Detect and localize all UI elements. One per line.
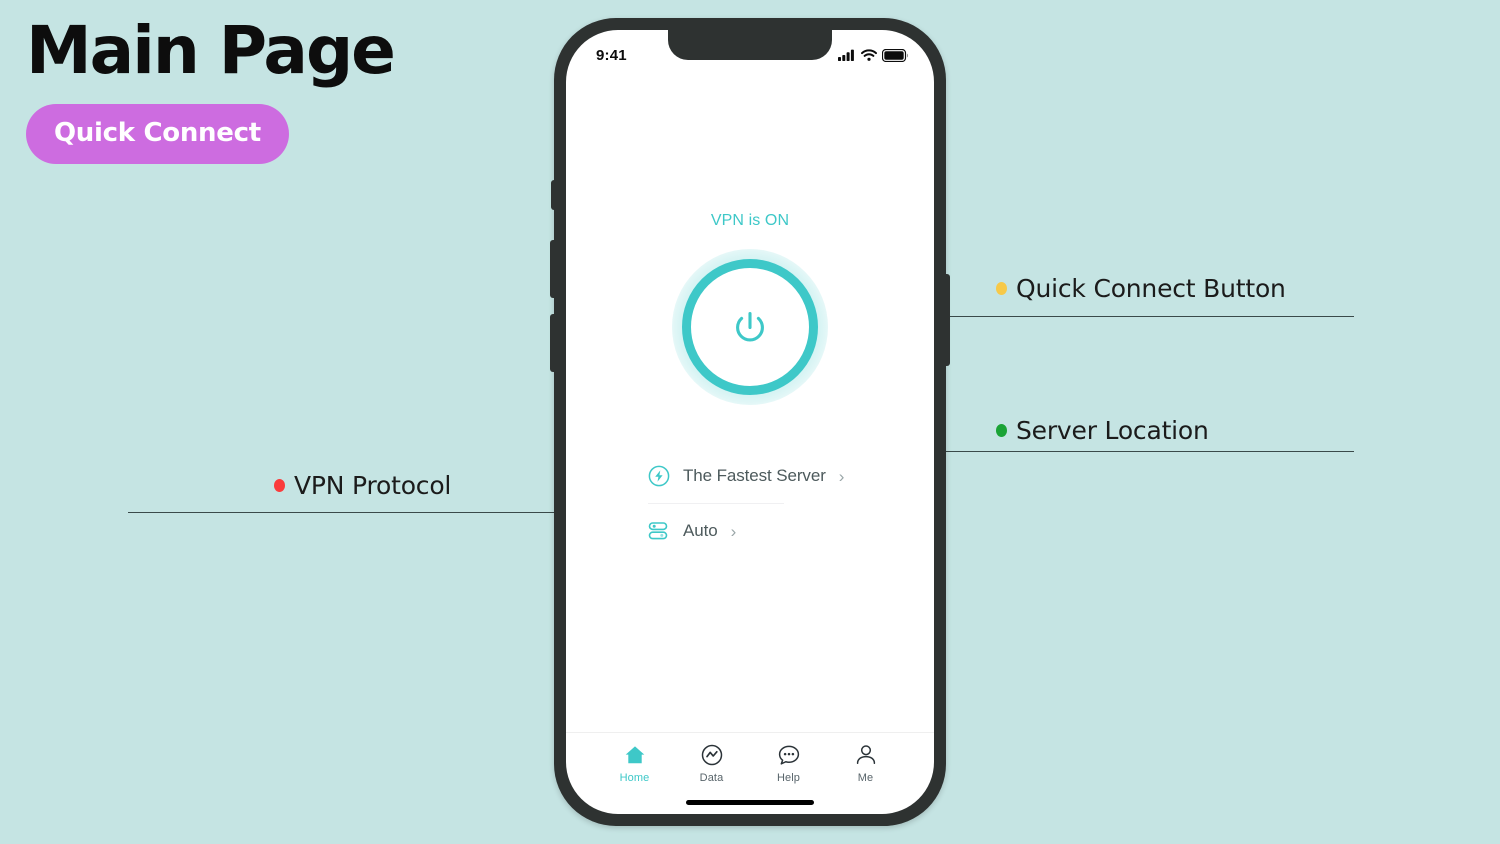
options-list: The Fastest Server › Auto › bbox=[566, 454, 934, 553]
annotation-label-group: Quick Connect Button bbox=[996, 274, 1286, 303]
annotation-dot-icon bbox=[996, 424, 1007, 437]
phone-mockup: 9:41 VPN is ON The Fastest Server › Auto… bbox=[550, 18, 950, 826]
data-icon bbox=[701, 744, 722, 766]
tab-help-label: Help bbox=[776, 772, 801, 784]
annotation-label-group: VPN Protocol bbox=[274, 471, 451, 500]
annotation-text: Server Location bbox=[1016, 416, 1209, 445]
annotation-label-group: Server Location bbox=[996, 416, 1209, 445]
annotation-dot-icon bbox=[274, 479, 285, 492]
server-location-label: The Fastest Server bbox=[683, 466, 826, 485]
chevron-right-icon: › bbox=[838, 466, 845, 486]
chevron-right-icon: › bbox=[730, 521, 737, 541]
vpn-protocol-row[interactable]: Auto › bbox=[566, 509, 934, 553]
status-time: 9:41 bbox=[596, 46, 627, 64]
annotation-text: VPN Protocol bbox=[294, 471, 452, 500]
phone-screen: 9:41 VPN is ON The Fastest Server › Auto… bbox=[566, 30, 934, 814]
annotation-dot-icon bbox=[996, 282, 1007, 295]
annotation-text: Quick Connect Button bbox=[1016, 274, 1286, 303]
tab-data-label: Data bbox=[699, 772, 724, 784]
power-icon bbox=[736, 311, 764, 342]
help-icon bbox=[778, 745, 799, 765]
tab-home-label: Home bbox=[619, 772, 650, 784]
status-bar: 9:41 bbox=[566, 30, 934, 76]
status-icons bbox=[838, 48, 908, 62]
volume-up-button[interactable] bbox=[550, 240, 556, 298]
cellular-signal-icon bbox=[838, 49, 854, 61]
device-power-side-button[interactable] bbox=[944, 274, 950, 366]
power-button-ring[interactable] bbox=[682, 259, 818, 395]
wifi-icon bbox=[861, 49, 877, 61]
page-title: Main Page bbox=[26, 12, 396, 89]
quick-connect-badge: Quick Connect bbox=[26, 104, 289, 164]
server-location-row[interactable]: The Fastest Server › bbox=[566, 454, 934, 498]
server-stack-icon bbox=[648, 522, 668, 540]
tab-me-label: Me bbox=[857, 772, 874, 784]
caption-block: Main Page Quick Connect bbox=[26, 12, 396, 164]
home-indicator[interactable] bbox=[686, 800, 814, 805]
option-divider bbox=[648, 503, 784, 504]
vpn-protocol-label: Auto bbox=[683, 521, 718, 540]
person-icon bbox=[856, 745, 875, 764]
mute-switch-button[interactable] bbox=[551, 180, 556, 210]
home-icon bbox=[625, 746, 644, 764]
battery-icon bbox=[882, 48, 908, 62]
quick-connect-button[interactable] bbox=[672, 249, 828, 405]
tab-me[interactable]: Me bbox=[827, 743, 904, 814]
lightning-bolt-circle-icon bbox=[648, 465, 670, 487]
annotation-leader-line bbox=[128, 512, 616, 513]
tab-home[interactable]: Home bbox=[596, 743, 673, 814]
volume-down-button[interactable] bbox=[550, 314, 556, 372]
vpn-status-text: VPN is ON bbox=[710, 212, 790, 229]
